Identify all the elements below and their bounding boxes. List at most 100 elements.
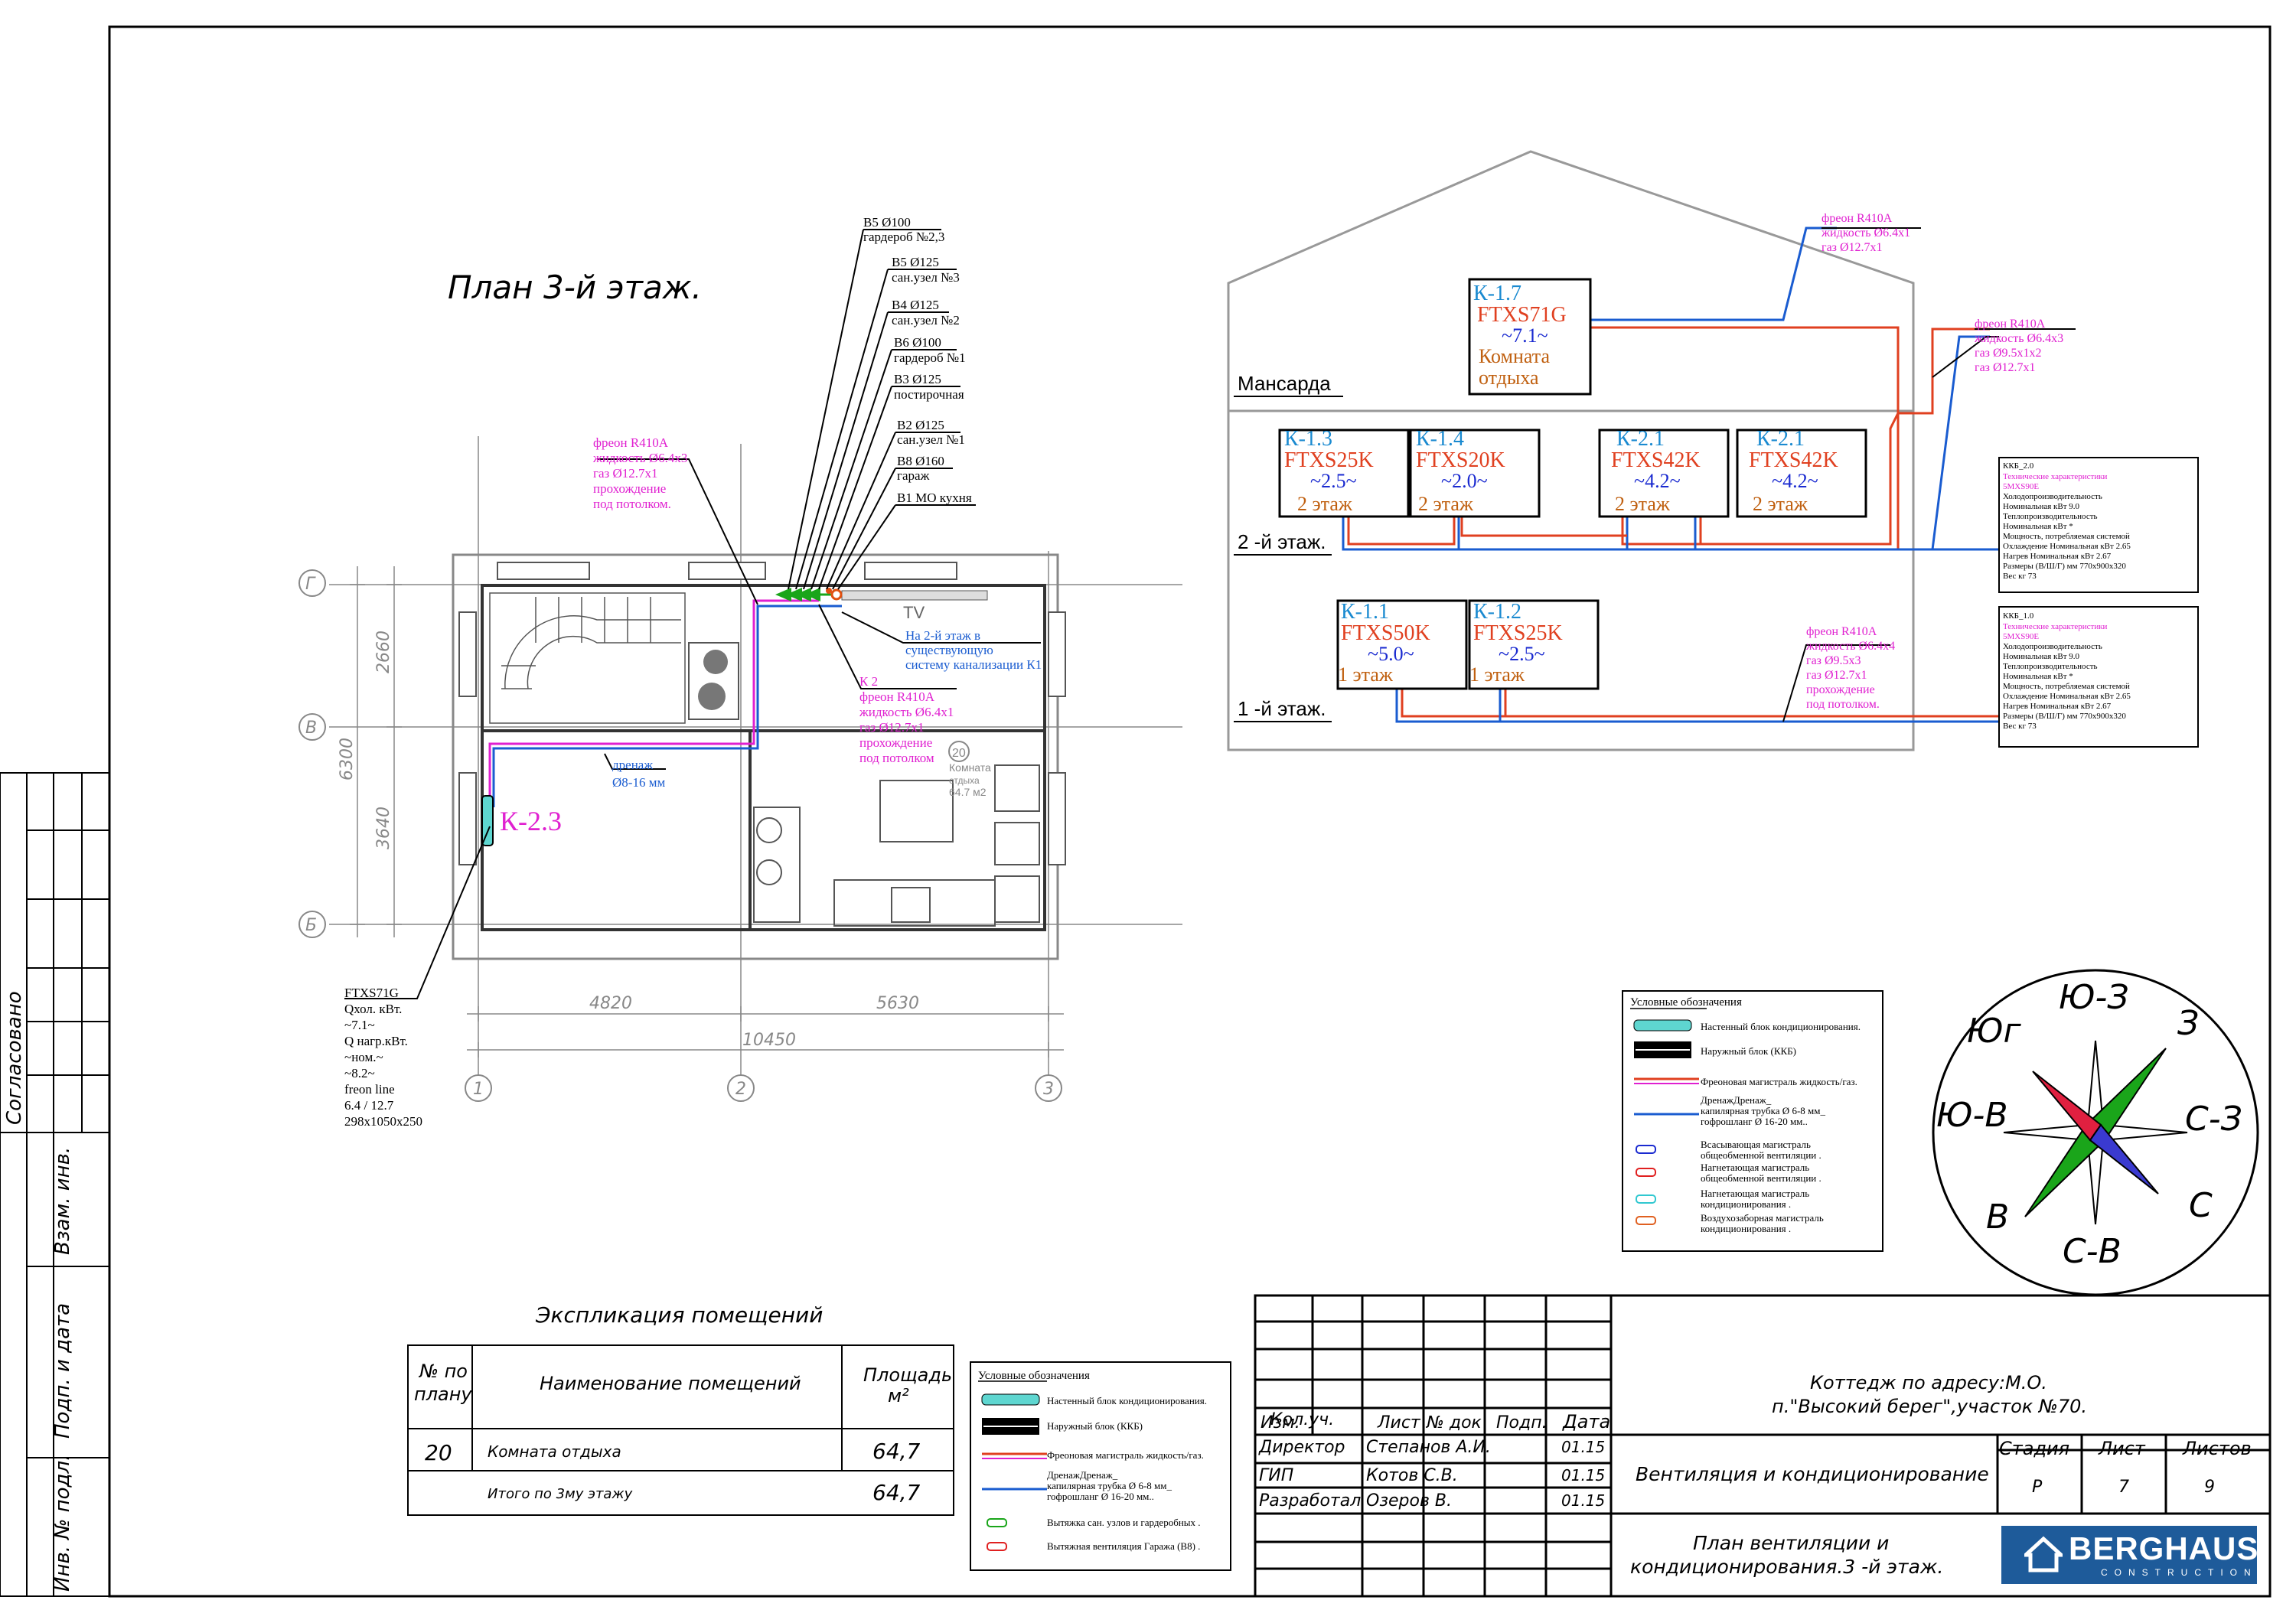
axis-col-2: 2 — [735, 1080, 746, 1099]
unit-k21a-model: FTXS42K — [1611, 448, 1701, 472]
expl-row-num: 20 — [425, 1440, 452, 1465]
vent-label-5a: В3 Ø125 — [894, 372, 941, 386]
unit-k12-power: ~2.5~ — [1499, 643, 1545, 665]
expl-total-name: Итого по 3му этажу — [488, 1486, 633, 1502]
logo-subtext: CONSTRUCTION — [2101, 1567, 2258, 1578]
sewer-note-1: существующую — [905, 643, 993, 657]
room-tag-num: 20 — [952, 747, 966, 760]
compass-nw: Юг — [1967, 1012, 2022, 1051]
k2-note-4: прохождение — [859, 735, 932, 750]
freon-note-plan-2: газ Ø12.7x1 — [593, 466, 658, 481]
unit-k11-power: ~5.0~ — [1368, 643, 1414, 665]
kkb1-r3: Номинальная кВт 9.0 — [2003, 652, 2080, 661]
tb-date-1: 01.15 — [1561, 1438, 1605, 1456]
unit-k12-id: К-1.2 — [1473, 600, 1521, 624]
vent-label-3b: сан.узел №2 — [892, 313, 960, 328]
tb-drawing1: План вентиляции и — [1693, 1532, 1889, 1554]
tb-sheets: 9 — [2204, 1478, 2215, 1497]
unit-spec-2: ~7.1~ — [344, 1018, 375, 1032]
sewer-note-2: систему канализации К1 — [905, 657, 1042, 672]
k2-note-3: газ Ø12.7x1 — [859, 720, 925, 735]
legend-right-6: Всасывающая магистраль — [1701, 1139, 1811, 1150]
tb-col-kol: Кол.уч. — [1270, 1410, 1334, 1429]
kkb2-r6: Мощность, потребляемая системой — [2003, 532, 2130, 541]
unit-k12-model: FTXS25K — [1473, 621, 1563, 645]
unit-k21a-id: К-2.1 — [1616, 427, 1665, 451]
vent-label-4b: гардероб №1 — [894, 350, 966, 365]
plan-title: План 3-й этаж. — [448, 269, 702, 306]
freon-note-plan-1: жидкость Ø6.4x3 — [592, 451, 687, 465]
unit-spec-6: freon line — [344, 1082, 395, 1097]
unit-k13-model: FTXS25K — [1284, 448, 1374, 472]
unit-spec-3: Q нагр.кВт. — [344, 1034, 408, 1048]
kkb1-r2: Холодопроизводительность — [2003, 642, 2102, 651]
dim-5630: 5630 — [876, 994, 919, 1013]
unit-k14-id: К-1.4 — [1416, 427, 1464, 451]
kkb2-r7: Охлаждение Номинальная кВт 2.65 — [2003, 542, 2131, 551]
vent-label-1b: гардероб №2,3 — [863, 230, 944, 244]
vent-label-2b: сан.узел №3 — [892, 270, 960, 285]
legend-right-5: гофрошланг Ø 16-20 мм.. — [1701, 1116, 1808, 1127]
tb-name-1: Степанов А.И. — [1366, 1438, 1491, 1457]
tb-role-2: ГИП — [1259, 1466, 1293, 1485]
floor-attic: Мансарда — [1238, 372, 1331, 395]
floor-plan: TV 20 Комната отдыха 64.7 м2 К-2.3 — [329, 229, 1182, 1079]
drain-note: дренаж Ø8-16 мм — [612, 758, 665, 790]
room-tag-name2: отдыха — [949, 775, 980, 786]
kkb1-r7: Охлаждение Номинальная кВт 2.65 — [2003, 692, 2131, 701]
vent-label-3a: В4 Ø125 — [892, 298, 939, 312]
unit-k21b-model: FTXS42K — [1749, 448, 1838, 472]
unit-spec-4: ~ном.~ — [344, 1050, 383, 1064]
floor-first: 1 -й этаж. — [1238, 697, 1326, 720]
legend-bottom-title: Условные обозначения — [978, 1370, 1090, 1382]
k2-note-0: К 2 — [859, 674, 878, 689]
kkb1-id: ККБ_1.0 — [2003, 611, 2034, 621]
unit-spec: FTXS71G Qхол. кВт. ~7.1~ Q нагр.кВт. ~но… — [344, 986, 422, 1129]
legend-bottom-2: Фреоновая магистраль жидкость/газ. — [1047, 1449, 1204, 1461]
legend-right-10: Нагнетающая магистраль — [1701, 1188, 1809, 1199]
unit-k17-id: К-1.7 — [1473, 282, 1521, 305]
legend-right-title: Условные обозначения — [1630, 996, 1742, 1009]
kkb1-r4: Теплопроизводительность — [2003, 662, 2098, 671]
schem-note2-2: газ Ø9.5x1x2 — [1975, 347, 2042, 360]
vent-label-2a: В5 Ø125 — [892, 255, 939, 269]
legend-bottom-6: Вытяжка сан. узлов и гардеробных . — [1047, 1517, 1201, 1528]
kkb1-r1: 5MXS90E — [2003, 632, 2039, 641]
schem-note3-0: фреон R410A — [1806, 625, 1877, 638]
schem-note2-1: жидкость Ø6.4x3 — [1974, 332, 2063, 345]
k2-note: К 2 фреон R410A жидкость Ø6.4x1 газ Ø12.… — [859, 674, 954, 765]
tb-role-1: Директор — [1258, 1438, 1345, 1457]
legend-right-4: капилярная трубка Ø 6-8 мм_ — [1701, 1105, 1825, 1116]
legend-right-8: Нагнетающая магистраль — [1701, 1162, 1809, 1173]
unit-k11-model: FTXS50K — [1341, 621, 1430, 645]
legend-bottom — [970, 1361, 1231, 1571]
schem-note2-0: фреон R410A — [1975, 318, 2046, 331]
kkb1-r6: Мощность, потребляемая системой — [2003, 682, 2130, 691]
unit-k13-id: К-1.3 — [1284, 427, 1332, 451]
unit-k13-place: 2 этаж — [1297, 493, 1353, 515]
kkb2-id: ККБ_2.0 — [2003, 461, 2034, 471]
compass-w: Ю-В — [1936, 1096, 2008, 1135]
legend-bottom-0: Настенный блок кондиционирования. — [1047, 1395, 1207, 1406]
unit-spec-0: FTXS71G — [344, 986, 399, 1000]
axis-row-g: Г — [305, 575, 316, 594]
k2-note-1: фреон R410A — [859, 689, 935, 704]
tb-name-3: Озеров В. — [1366, 1491, 1452, 1511]
axis-col-3: 3 — [1043, 1080, 1054, 1099]
unit-k17-model: FTXS71G — [1477, 303, 1567, 327]
tb-section: Вентиляция и кондиционирование — [1636, 1463, 1989, 1485]
room-tag-name: Комната — [949, 761, 991, 774]
margin-inv-replace: Взам. инв. — [51, 1147, 74, 1255]
tb-address1: Коттедж по адресу:М.О. — [1810, 1372, 2047, 1393]
tb-col-doc: № док — [1426, 1413, 1482, 1432]
compass-sw: В — [1986, 1198, 2009, 1237]
berghaus-logo: BERGHAUS CONSTRUCTION — [2001, 1526, 2258, 1584]
dim-2660: 2660 — [374, 631, 393, 673]
tv-label: TV — [903, 603, 925, 622]
unit-k11-id: К-1.1 — [1341, 600, 1389, 624]
schem-note3-2: газ Ø9.5x3 — [1806, 654, 1861, 667]
kkb2-r0: Технические характеристики — [2003, 472, 2108, 481]
vent-labels: В5 Ø100 гардероб №2,3 В5 Ø125 сан.узел №… — [863, 215, 972, 505]
k2-note-2: жидкость Ø6.4x1 — [859, 705, 954, 719]
unit-k14-place: 2 этаж — [1418, 493, 1474, 515]
